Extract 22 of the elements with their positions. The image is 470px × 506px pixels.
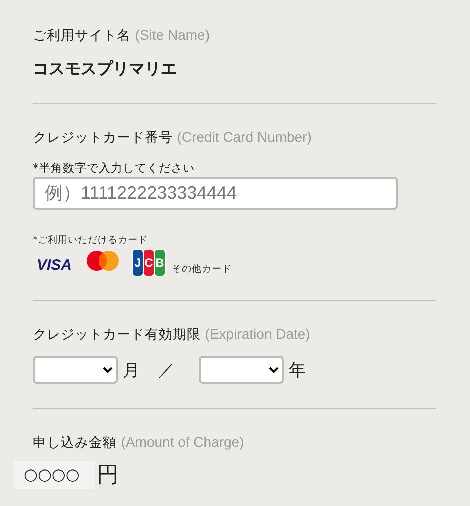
year-unit: 年 (289, 360, 306, 382)
amount-value: ○○○○ (14, 461, 95, 489)
input-hint: *半角数字で入力してください (33, 161, 196, 176)
month-dropdown[interactable] (33, 356, 118, 384)
field-label-english: (Expiration Date) (205, 326, 310, 342)
visa-logo: VISA (37, 257, 72, 274)
field-label: クレジットカード番号 (33, 130, 173, 146)
card-number-field[interactable]: 例）1111222233334444 (33, 177, 398, 210)
field-label-english: (Amount of Charge) (121, 434, 244, 450)
site-name: コスモスプリマリエ (33, 59, 178, 80)
accepted-cards-label: *ご利用いただけるカード (33, 234, 149, 247)
field-label: 申し込み金額 (33, 435, 117, 451)
year-dropdown[interactable] (199, 356, 284, 384)
field-label-english: (Credit Card Number) (177, 129, 312, 145)
month-unit: 月 (123, 360, 140, 382)
mastercard-logo (86, 250, 120, 272)
field-label: ご利用サイト名 (33, 28, 131, 44)
currency-unit: 円 (96, 462, 119, 490)
field-label-english: (Site Name) (135, 27, 210, 43)
other-cards-label: その他カード (172, 263, 232, 276)
field-label: クレジットカード有効期限 (33, 327, 201, 343)
date-separator: ／ (158, 360, 175, 382)
